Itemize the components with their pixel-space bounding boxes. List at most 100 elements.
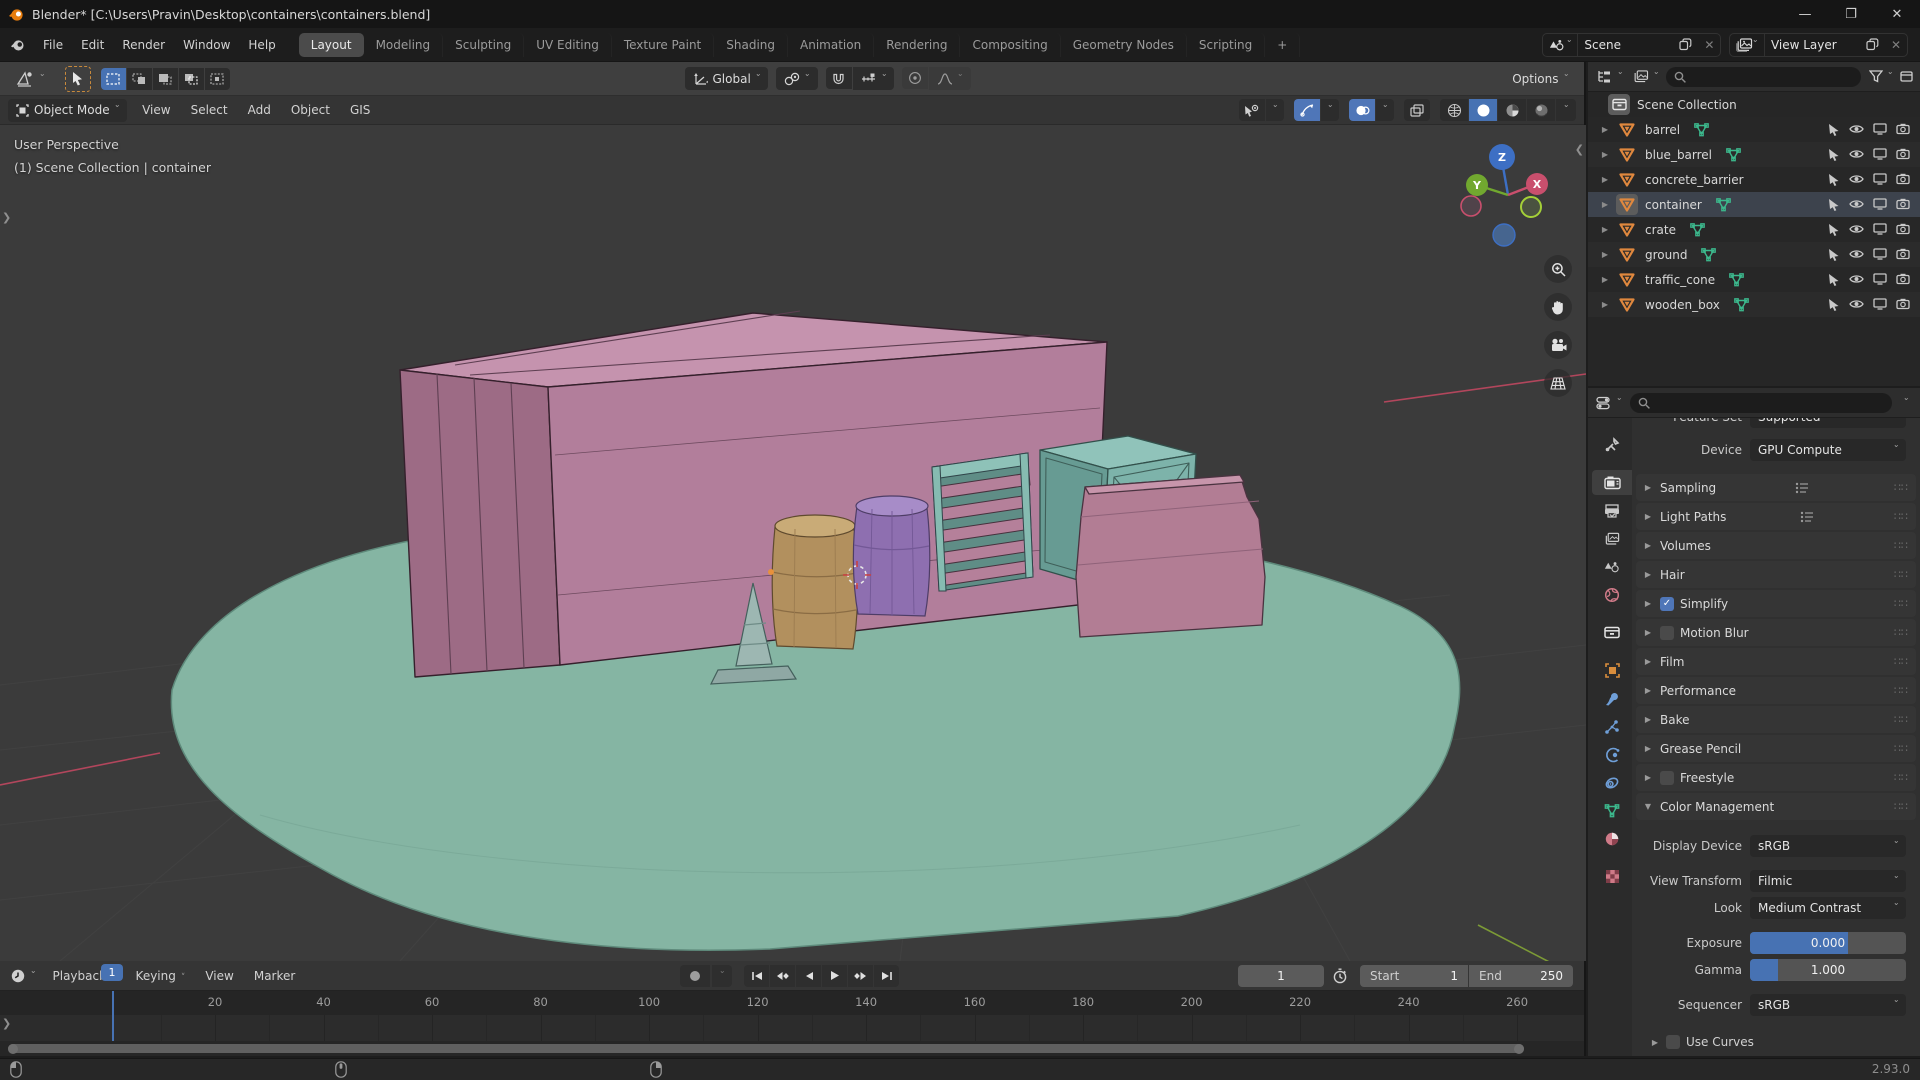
gizmo-dropdown[interactable]: ˅ xyxy=(1321,99,1339,121)
selectable-icon[interactable] xyxy=(1827,273,1840,286)
filter-dropdown[interactable]: ˅ xyxy=(1867,65,1895,88)
panel-grip-icon[interactable]: ∷∷ xyxy=(1894,684,1908,697)
disable-renders-camera-icon[interactable] xyxy=(1896,148,1910,161)
timeline-tracks[interactable] xyxy=(0,1015,1584,1041)
minimize-button[interactable]: — xyxy=(1782,0,1828,28)
camera-view-button[interactable] xyxy=(1544,331,1572,359)
expand-arrow-icon[interactable]: ▶ xyxy=(1594,200,1616,209)
panel-grip-icon[interactable]: ∷∷ xyxy=(1894,568,1908,581)
browse-scene-icon[interactable]: ˅ xyxy=(1543,34,1578,56)
panel-simplify[interactable]: ▶✓Simplify∷∷ xyxy=(1636,590,1916,617)
properties-tab-tool[interactable] xyxy=(1592,432,1632,457)
device-dropdown[interactable]: GPU Compute˅ xyxy=(1750,439,1906,461)
properties-tab-collection[interactable] xyxy=(1592,620,1632,645)
outliner-display-mode-dropdown[interactable]: ˅ xyxy=(1631,65,1661,88)
shading-wireframe-button[interactable] xyxy=(1440,99,1468,121)
view-layer-name-field[interactable]: View Layer xyxy=(1764,34,1860,56)
disable-renders-camera-icon[interactable] xyxy=(1896,123,1910,136)
tab-animation[interactable]: Animation xyxy=(788,33,874,57)
timeline-expand-arrow[interactable]: ❯ xyxy=(2,1017,11,1030)
tab-shading[interactable]: Shading xyxy=(714,33,788,57)
play-reverse-button[interactable] xyxy=(796,965,821,987)
hide-viewport-eye-icon[interactable] xyxy=(1849,248,1864,261)
disable-viewports-monitor-icon[interactable] xyxy=(1873,223,1887,236)
tab-modeling[interactable]: Modeling xyxy=(364,33,444,57)
sidebar-collapse-arrow[interactable]: ❮ xyxy=(1575,143,1584,156)
look-dropdown[interactable]: Medium Contrast˅ xyxy=(1750,897,1906,919)
panel-collapsed-arrow[interactable]: ▶ xyxy=(1636,599,1660,608)
panel-collapsed-arrow[interactable]: ▶ xyxy=(1632,1038,1666,1047)
disable-renders-camera-icon[interactable] xyxy=(1896,198,1910,211)
panel-light-paths[interactable]: ▶Light Paths∷∷ xyxy=(1636,503,1916,530)
select-mode-subtract-button[interactable] xyxy=(153,68,178,90)
panel-expanded-arrow[interactable]: ▼ xyxy=(1636,802,1660,811)
new-collection-button[interactable] xyxy=(1900,65,1914,88)
disable-viewports-monitor-icon[interactable] xyxy=(1873,123,1887,136)
select-mode-invert-button[interactable] xyxy=(179,68,204,90)
timeline-menu-marker[interactable]: Marker xyxy=(245,965,304,987)
tab-rendering[interactable]: Rendering xyxy=(874,33,960,57)
close-button[interactable]: ✕ xyxy=(1874,0,1920,28)
end-frame-field[interactable]: End250 xyxy=(1469,965,1573,987)
tab-item[interactable]: + xyxy=(1265,33,1300,57)
selectable-icon[interactable] xyxy=(1827,173,1840,186)
xray-toggle[interactable] xyxy=(1404,99,1430,121)
mode-dropdown[interactable]: Object Mode˅ xyxy=(8,99,127,122)
properties-tab-object[interactable] xyxy=(1592,658,1632,683)
blender-menu-icon[interactable] xyxy=(0,37,34,52)
timeline-menu-keying[interactable]: Keying˅ xyxy=(127,965,195,987)
timeline-ruler[interactable]: 20406080100120140160180200220240260 xyxy=(0,991,1584,1015)
properties-tab-texture[interactable] xyxy=(1592,864,1632,889)
properties-options-dropdown[interactable]: ˅ xyxy=(1894,398,1917,408)
expand-arrow-icon[interactable]: ▶ xyxy=(1594,125,1616,134)
tab-scripting[interactable]: Scripting xyxy=(1187,33,1265,57)
expand-arrow-icon[interactable]: ▶ xyxy=(1594,150,1616,159)
tab-geometry-nodes[interactable]: Geometry Nodes xyxy=(1061,33,1187,57)
panel-sampling[interactable]: ▶Sampling∷∷ xyxy=(1636,474,1916,501)
browse-view-layer-icon[interactable]: ˅ xyxy=(1730,34,1764,56)
outliner-item-concrete-barrier[interactable]: ▶ concrete_barrier xyxy=(1588,167,1920,192)
panel-collapsed-arrow[interactable]: ▶ xyxy=(1636,628,1660,637)
panel-film[interactable]: ▶Film∷∷ xyxy=(1636,648,1916,675)
hide-viewport-eye-icon[interactable] xyxy=(1849,148,1864,161)
copy-view-layer-icon[interactable] xyxy=(1860,34,1885,56)
play-button[interactable] xyxy=(822,965,847,987)
tab-layout[interactable]: Layout xyxy=(299,33,364,57)
shading-rendered-button[interactable] xyxy=(1527,99,1555,121)
jump-to-end-button[interactable] xyxy=(874,965,899,987)
gizmo-neg-x-axis[interactable] xyxy=(1461,196,1481,216)
panel-grip-icon[interactable]: ∷∷ xyxy=(1894,539,1908,552)
panel-motion-blur[interactable]: ▶Motion Blur∷∷ xyxy=(1636,619,1916,646)
display-device-dropdown[interactable]: sRGB˅ xyxy=(1750,835,1906,857)
panel-freestyle[interactable]: ▶Freestyle∷∷ xyxy=(1636,764,1916,791)
panel-hair[interactable]: ▶Hair∷∷ xyxy=(1636,561,1916,588)
blue-barrel-object[interactable] xyxy=(853,496,929,616)
hide-viewport-eye-icon[interactable] xyxy=(1849,223,1864,236)
panel-grip-icon[interactable]: ∷∷ xyxy=(1894,510,1908,523)
expand-arrow-icon[interactable]: ▶ xyxy=(1594,275,1616,284)
disable-viewports-monitor-icon[interactable] xyxy=(1873,198,1887,211)
timeline-menu-view[interactable]: View xyxy=(196,965,242,987)
disable-viewports-monitor-icon[interactable] xyxy=(1873,298,1887,311)
panel-grease-pencil[interactable]: ▶Grease Pencil∷∷ xyxy=(1636,735,1916,762)
panel-collapsed-arrow[interactable]: ▶ xyxy=(1636,483,1660,492)
properties-tab-constraints[interactable] xyxy=(1592,770,1632,795)
hide-viewport-eye-icon[interactable] xyxy=(1849,298,1864,311)
checkbox-use-curves[interactable] xyxy=(1666,1035,1680,1049)
properties-tab-view-layer[interactable] xyxy=(1592,526,1632,551)
transform-orientation-dropdown[interactable]: Global˅ xyxy=(685,67,769,90)
outliner-search-input[interactable] xyxy=(1666,67,1861,87)
expand-arrow-icon[interactable]: ▶ xyxy=(1594,175,1616,184)
properties-tab-object-data[interactable] xyxy=(1592,798,1632,823)
properties-tab-output[interactable] xyxy=(1592,498,1632,523)
shading-material-button[interactable] xyxy=(1498,99,1526,121)
panel-collapsed-arrow[interactable]: ▶ xyxy=(1636,570,1660,579)
checkbox-freestyle[interactable] xyxy=(1660,771,1674,785)
editor-type-properties-icon[interactable]: ˅ xyxy=(1594,391,1624,414)
gamma-slider[interactable]: 1.000 xyxy=(1750,959,1906,981)
disable-renders-camera-icon[interactable] xyxy=(1896,223,1910,236)
toolbar-expand-arrow[interactable]: ❯ xyxy=(2,211,11,224)
use-preview-range-icon[interactable] xyxy=(1332,968,1348,984)
viewport-menu-select[interactable]: Select xyxy=(182,99,237,121)
disable-renders-camera-icon[interactable] xyxy=(1896,298,1910,311)
